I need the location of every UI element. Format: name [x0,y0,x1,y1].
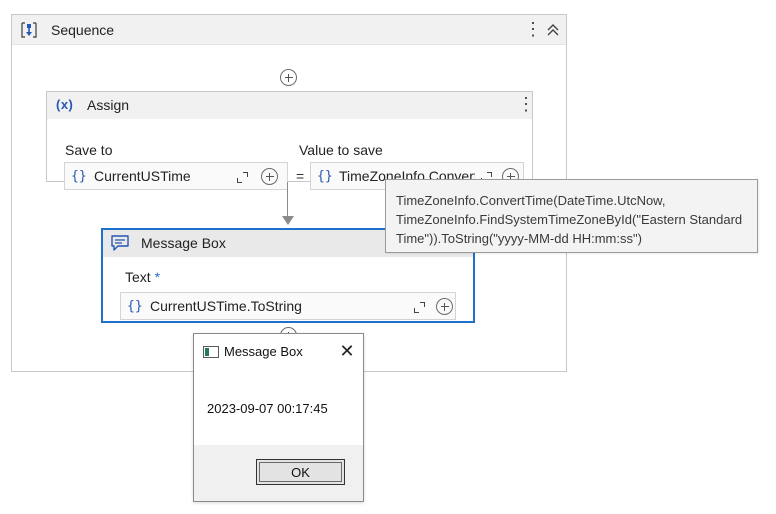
expression-tooltip: TimeZoneInfo.ConvertTime(DateTime.UtcNow… [385,179,758,253]
expression-braces-icon: {} [317,169,333,184]
connector-arrow-icon [282,216,294,225]
sequence-kebab-menu-icon[interactable]: ⋮ [524,19,542,41]
ok-button-label: OK [259,462,342,482]
required-mark: * [154,269,161,285]
assign-title: Assign [87,97,130,113]
message-icon [111,235,129,251]
text-label-word: Text [125,269,151,285]
expand-editor-icon[interactable] [414,302,425,313]
add-variable-icon[interactable] [261,168,278,185]
dialog-body: 2023-09-07 00:17:45 [194,370,363,445]
app-window-icon [203,346,219,358]
save-to-field[interactable]: {} CurrentUSTime [64,162,288,190]
assign-activity[interactable]: (x) Assign ⋮ Save to Value to save {} Cu… [46,91,535,190]
expression-braces-icon: {} [127,299,143,314]
collapse-icon[interactable] [544,19,562,41]
save-to-label: Save to [65,142,113,158]
sequence-header[interactable]: Sequence ⋮ [12,15,566,45]
save-to-value[interactable]: CurrentUSTime [94,168,234,184]
dialog-message: 2023-09-07 00:17:45 [207,401,328,416]
tooltip-text: TimeZoneInfo.ConvertTime(DateTime.UtcNow… [396,193,743,246]
add-activity-top-icon[interactable] [280,69,297,86]
expand-editor-icon[interactable] [237,172,248,183]
add-text-icon[interactable] [436,298,453,315]
message-box-dialog[interactable]: Message Box ✕ 2023-09-07 00:17:45 OK [193,333,364,502]
dialog-titlebar[interactable]: Message Box ✕ [194,334,363,370]
message-box-title: Message Box [141,235,226,251]
equals-sign: = [296,168,305,184]
text-label: Text * [125,269,160,285]
sequence-icon [21,22,37,38]
value-to-save-label: Value to save [299,142,383,158]
message-text-field[interactable]: {} CurrentUSTime.ToString [120,292,456,320]
assign-header[interactable]: (x) Assign ⋮ [47,92,535,119]
expression-braces-icon: {} [71,169,87,184]
assign-kebab-menu-icon[interactable]: ⋮ [517,94,535,116]
variable-icon: (x) [56,97,74,112]
dialog-title: Message Box [224,344,303,359]
message-text-value[interactable]: CurrentUSTime.ToString [150,298,400,314]
ok-button[interactable]: OK [256,459,345,485]
connector-line [287,182,288,218]
sequence-title: Sequence [51,22,115,38]
close-icon[interactable]: ✕ [336,340,358,362]
